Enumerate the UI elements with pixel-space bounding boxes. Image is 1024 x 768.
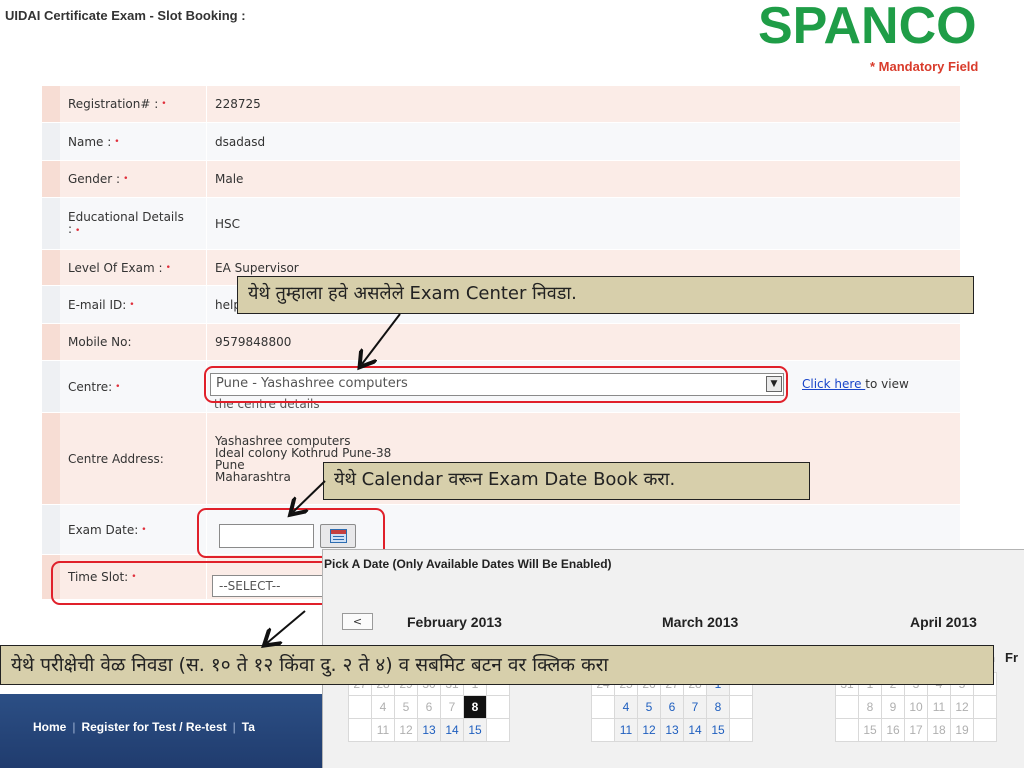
arrow-to-centre [362,313,401,364]
callout-arrows [0,313,401,768]
arrow-to-exam-date [293,480,326,512]
arrow-to-time-slot [267,610,306,643]
